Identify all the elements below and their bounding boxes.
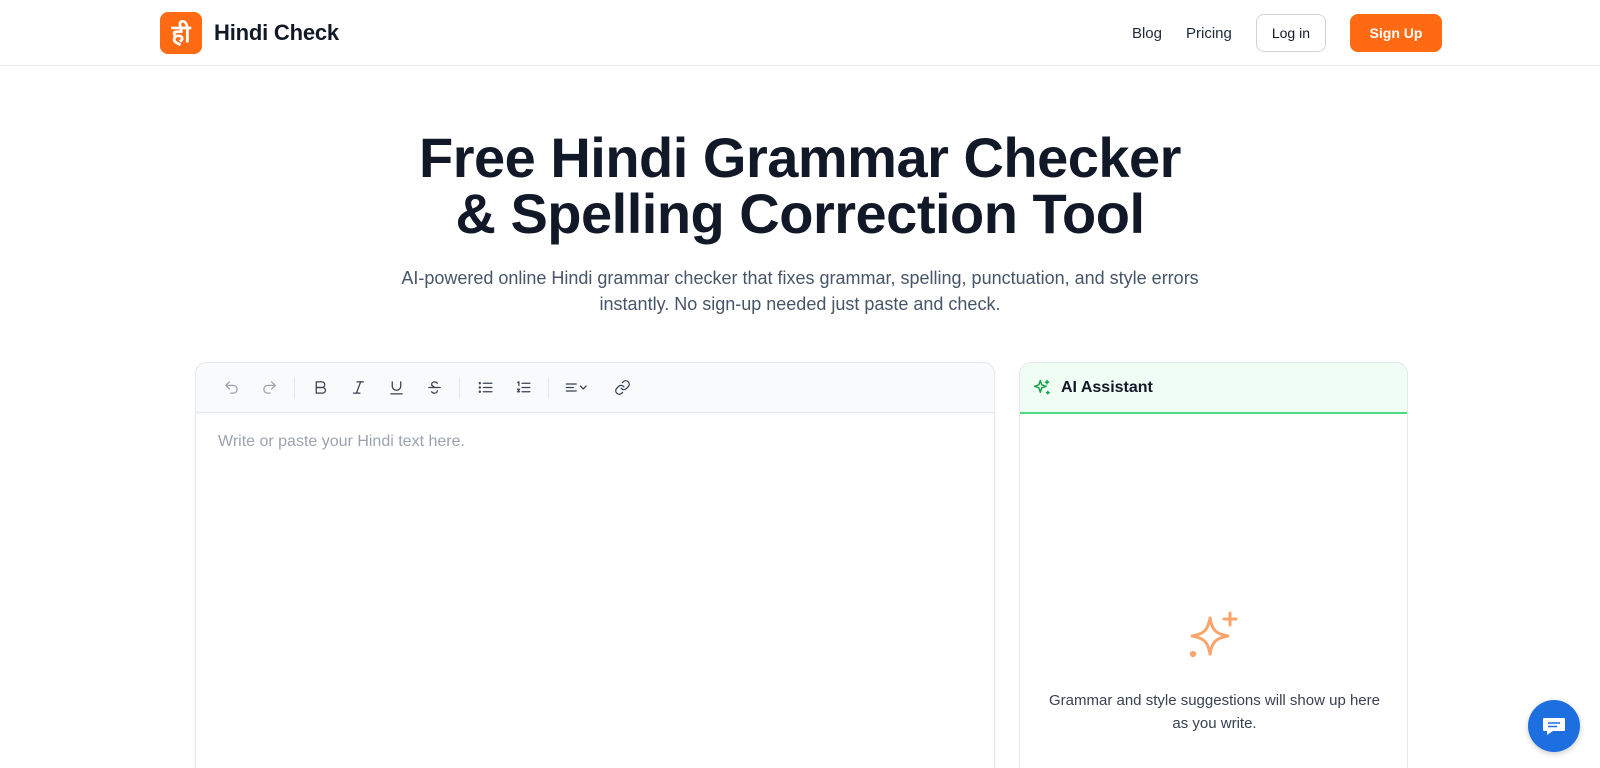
- page-subtitle-line-2: instantly. No sign-up needed just paste …: [599, 294, 1001, 314]
- chat-icon: [1543, 718, 1565, 735]
- main-nav: Blog Pricing Log in Sign Up: [1132, 14, 1442, 52]
- logo-icon: ही: [160, 12, 202, 54]
- italic-button[interactable]: [343, 373, 373, 403]
- link-button[interactable]: [607, 373, 637, 403]
- numbered-list-icon: [516, 381, 531, 393]
- undo-icon: [224, 381, 238, 394]
- undo-button[interactable]: [216, 373, 246, 403]
- sparkles-icon: [1033, 379, 1050, 395]
- page-title: Free Hindi Grammar Checker & Spelling Co…: [0, 130, 1600, 242]
- editor-toolbar: [196, 363, 994, 413]
- align-dropdown-button[interactable]: [559, 373, 599, 403]
- page-title-line-2: & Spelling Correction Tool: [455, 182, 1145, 245]
- text-editor: Write or paste your Hindi text here.: [195, 362, 995, 768]
- signup-button[interactable]: Sign Up: [1350, 14, 1442, 52]
- redo-icon: [262, 381, 276, 394]
- top-navigation-bar: ही Hindi Check Blog Pricing Log in Sign …: [0, 0, 1600, 66]
- sparkle-icon: [1184, 608, 1244, 668]
- nav-link-pricing[interactable]: Pricing: [1186, 25, 1232, 42]
- italic-icon: [352, 381, 364, 394]
- ai-assistant-title: AI Assistant: [1061, 378, 1153, 396]
- align-icon: [565, 383, 587, 392]
- page-subtitle: AI-powered online Hindi grammar checker …: [370, 265, 1230, 317]
- link-icon: [614, 380, 630, 395]
- numbered-list-button[interactable]: [508, 373, 538, 403]
- toolbar-divider: [548, 376, 549, 399]
- strikethrough-icon: [427, 381, 441, 394]
- ai-assistant-header: AI Assistant: [1020, 363, 1407, 414]
- strikethrough-button[interactable]: [419, 373, 449, 403]
- brand-logo-link[interactable]: ही Hindi Check: [160, 12, 339, 54]
- ai-assistant-panel: AI Assistant Grammar and style suggestio…: [1019, 362, 1408, 768]
- empty-message-line-2: as you write.: [1172, 715, 1257, 732]
- bullet-list-icon: [478, 382, 493, 393]
- bullet-list-button[interactable]: [470, 373, 500, 403]
- bold-icon: [315, 381, 326, 394]
- editor-text-area[interactable]: Write or paste your Hindi text here.: [218, 433, 974, 753]
- nav-link-blog[interactable]: Blog: [1132, 25, 1162, 42]
- underline-icon: [389, 381, 403, 395]
- page-subtitle-line-1: AI-powered online Hindi grammar checker …: [401, 268, 1199, 288]
- page-title-line-1: Free Hindi Grammar Checker: [419, 126, 1181, 189]
- chat-widget-button[interactable]: [1528, 700, 1580, 752]
- toolbar-divider: [459, 376, 460, 399]
- toolbar-divider: [294, 376, 295, 399]
- ai-assistant-empty-message: Grammar and style suggestions will show …: [1040, 689, 1389, 735]
- login-button[interactable]: Log in: [1255, 14, 1326, 52]
- bold-button[interactable]: [305, 373, 335, 403]
- empty-message-line-1: Grammar and style suggestions will show …: [1049, 692, 1380, 709]
- redo-button[interactable]: [254, 373, 284, 403]
- underline-button[interactable]: [381, 373, 411, 403]
- brand-name: Hindi Check: [214, 20, 339, 45]
